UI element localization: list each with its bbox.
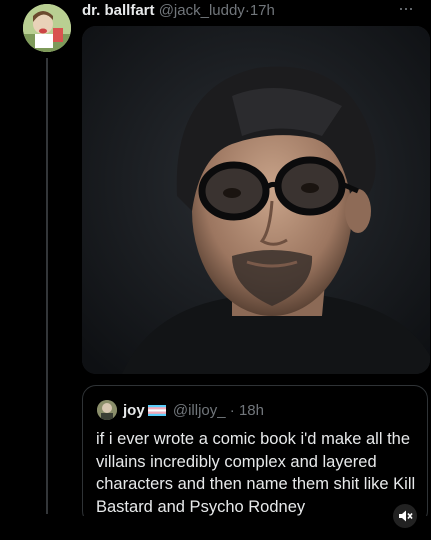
- more-horizontal-icon[interactable]: ···: [398, 0, 414, 19]
- quoted-handle[interactable]: @illjoy_: [173, 402, 226, 419]
- trans-flag-icon: [147, 405, 166, 416]
- quoted-display-name[interactable]: joy: [123, 402, 145, 419]
- timestamp[interactable]: 17h: [250, 2, 275, 19]
- portrait-image: [82, 26, 430, 374]
- display-name[interactable]: dr. ballfart: [82, 2, 155, 19]
- tweet-photo[interactable]: [82, 26, 430, 374]
- quoted-header: joy @illjoy_ · 18h: [123, 402, 264, 419]
- quoted-avatar[interactable]: [97, 400, 117, 420]
- quoted-separator: ·: [229, 402, 235, 419]
- quoted-timestamp[interactable]: 18h: [239, 402, 264, 419]
- handle[interactable]: @jack_luddy: [159, 2, 245, 19]
- thread-line: [46, 58, 48, 514]
- bottom-bar: [0, 516, 431, 540]
- quoted-tweet-text: if i ever wrote a comic book i'd make al…: [96, 430, 416, 516]
- quoted-avatar-image: [97, 400, 117, 420]
- avatar[interactable]: [23, 4, 71, 52]
- mute-icon-glyph: [399, 510, 413, 522]
- tweet-header: dr. ballfart @jack_luddy·17h: [82, 2, 275, 20]
- quoted-tweet[interactable]: joy @illjoy_ · 18h if i ever wrote a com…: [82, 385, 428, 525]
- mute-icon[interactable]: [393, 504, 417, 528]
- avatar-image: [23, 4, 71, 52]
